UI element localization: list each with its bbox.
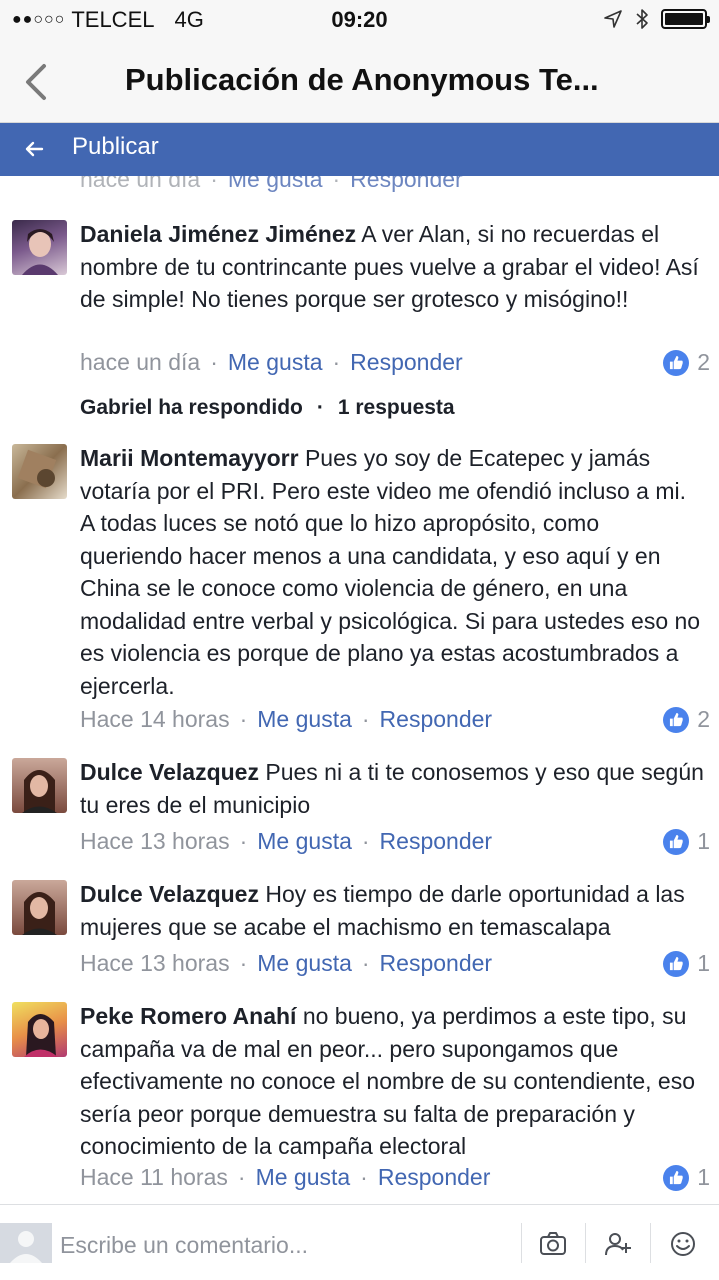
- like-link[interactable]: Me gusta: [228, 349, 323, 375]
- like-link[interactable]: Me gusta: [257, 828, 352, 854]
- reaction-count[interactable]: 1: [663, 950, 710, 977]
- separator: ·: [361, 706, 370, 732]
- comment-author[interactable]: Marii Montemayyorr: [80, 445, 299, 471]
- location-arrow-icon: [604, 10, 622, 28]
- divider: [521, 1223, 522, 1263]
- comment-body: Daniela Jiménez Jiménez A ver Alan, si n…: [80, 218, 705, 316]
- comment-text: Pues yo soy de Ecatepec y jamás votaría …: [80, 445, 701, 699]
- chevron-left-icon[interactable]: [20, 62, 50, 102]
- publish-bar[interactable]: Publicar: [0, 123, 719, 176]
- comment-author[interactable]: Peke Romero Anahí: [80, 1003, 296, 1029]
- page-title: Publicación de Anonymous Te...: [125, 62, 599, 97]
- like-count-number: 2: [697, 706, 710, 732]
- arrow-left-icon[interactable]: [22, 137, 46, 161]
- view-replies-link[interactable]: Gabriel ha respondido · 1 respuesta: [80, 396, 455, 420]
- comment-meta: Hace 13 horas · Me gusta · Responder 1: [80, 828, 710, 860]
- separator: ·: [239, 950, 248, 976]
- comment-time: hace un día: [80, 176, 201, 192]
- avatar[interactable]: [12, 220, 67, 275]
- bluetooth-icon: [636, 9, 648, 29]
- reply-count: 1 respuesta: [337, 396, 455, 419]
- comment-time: hace un día: [80, 349, 201, 375]
- avatar[interactable]: [12, 758, 67, 813]
- comment-author[interactable]: Daniela Jiménez Jiménez: [80, 221, 356, 247]
- like-link[interactable]: Me gusta: [257, 950, 352, 976]
- like-count-number: 1: [697, 950, 710, 976]
- avatar[interactable]: [12, 1002, 67, 1057]
- comment-meta-partial: hace un día · Me gusta · Responder: [80, 176, 463, 193]
- comment-meta: Hace 11 horas · Me gusta · Responder 1: [80, 1164, 710, 1196]
- comment-composer: [0, 1204, 719, 1280]
- like-count-number: 1: [697, 828, 710, 854]
- nav-bar: Publicación de Anonymous Te...: [0, 40, 719, 123]
- reply-link[interactable]: Responder: [380, 950, 493, 976]
- reaction-count[interactable]: 1: [663, 1164, 710, 1191]
- comment-input[interactable]: [60, 1225, 500, 1265]
- thumbs-up-icon: [663, 950, 690, 977]
- like-count-number: 1: [697, 1164, 710, 1190]
- comment-body: Peke Romero Anahí no bueno, ya perdimos …: [80, 1000, 705, 1163]
- comment-body: Dulce Velazquez Hoy es tiempo de darle o…: [80, 878, 705, 943]
- divider: [650, 1223, 651, 1263]
- separator: ·: [210, 176, 218, 192]
- comment-body: Marii Montemayyorr Pues yo soy de Ecatep…: [80, 442, 705, 702]
- status-bar: ●●○○○ TELCEL 4G 09:20: [0, 0, 719, 40]
- comment-meta: Hace 14 horas · Me gusta · Responder 2: [80, 706, 710, 738]
- reaction-count[interactable]: 2: [663, 349, 710, 376]
- publish-link[interactable]: Publicar: [72, 133, 159, 161]
- add-person-icon[interactable]: [603, 1229, 633, 1259]
- thumbs-up-icon: [663, 1164, 690, 1191]
- camera-icon[interactable]: [538, 1229, 568, 1259]
- separator: ·: [316, 396, 324, 419]
- avatar[interactable]: [12, 880, 67, 935]
- battery-icon: [661, 9, 710, 29]
- like-count-number: 2: [697, 349, 710, 375]
- reply-link[interactable]: Responder: [378, 1164, 491, 1190]
- comment-time: Hace 14 horas: [80, 706, 230, 732]
- separator: ·: [237, 1164, 246, 1190]
- separator: ·: [360, 1164, 368, 1190]
- smiley-icon[interactable]: [668, 1229, 698, 1259]
- reply-link[interactable]: Responder: [350, 176, 463, 192]
- separator: ·: [210, 349, 218, 375]
- like-link[interactable]: Me gusta: [257, 706, 352, 732]
- like-link[interactable]: Me gusta: [228, 176, 323, 192]
- comment-time: Hace 13 horas: [80, 828, 230, 854]
- comment-author[interactable]: Dulce Velazquez: [80, 881, 259, 907]
- avatar[interactable]: [12, 444, 67, 499]
- separator: ·: [239, 828, 248, 854]
- comment-time: Hace 11 horas: [80, 1164, 228, 1190]
- status-right: [603, 8, 710, 30]
- separator: ·: [332, 176, 341, 192]
- thumbs-up-icon: [663, 706, 690, 733]
- user-avatar: [0, 1223, 52, 1263]
- separator: ·: [361, 950, 370, 976]
- comment-time: Hace 13 horas: [80, 950, 230, 976]
- comment-author[interactable]: Dulce Velazquez: [80, 759, 259, 785]
- separator: ·: [332, 349, 341, 375]
- divider: [585, 1223, 586, 1263]
- reply-link[interactable]: Responder: [380, 828, 493, 854]
- comments-list: hace un día · Me gusta · Responder Daniela J…: [0, 176, 719, 1204]
- reaction-count[interactable]: 2: [663, 706, 710, 733]
- reply-link[interactable]: Responder: [350, 349, 463, 375]
- comment-meta: Hace 13 horas · Me gusta · Responder 1: [80, 950, 710, 982]
- thumbs-up-icon: [663, 349, 690, 376]
- reaction-count[interactable]: 1: [663, 828, 710, 855]
- reply-link[interactable]: Responder: [380, 706, 493, 732]
- separator: ·: [239, 706, 248, 732]
- like-link[interactable]: Me gusta: [256, 1164, 351, 1190]
- replied-by: Gabriel ha respondido: [80, 396, 303, 419]
- thumbs-up-icon: [663, 828, 690, 855]
- comment-meta: hace un día · Me gusta · Responder 2: [80, 349, 710, 381]
- comment-body: Dulce Velazquez Pues ni a ti te conosemo…: [80, 756, 705, 821]
- separator: ·: [361, 828, 370, 854]
